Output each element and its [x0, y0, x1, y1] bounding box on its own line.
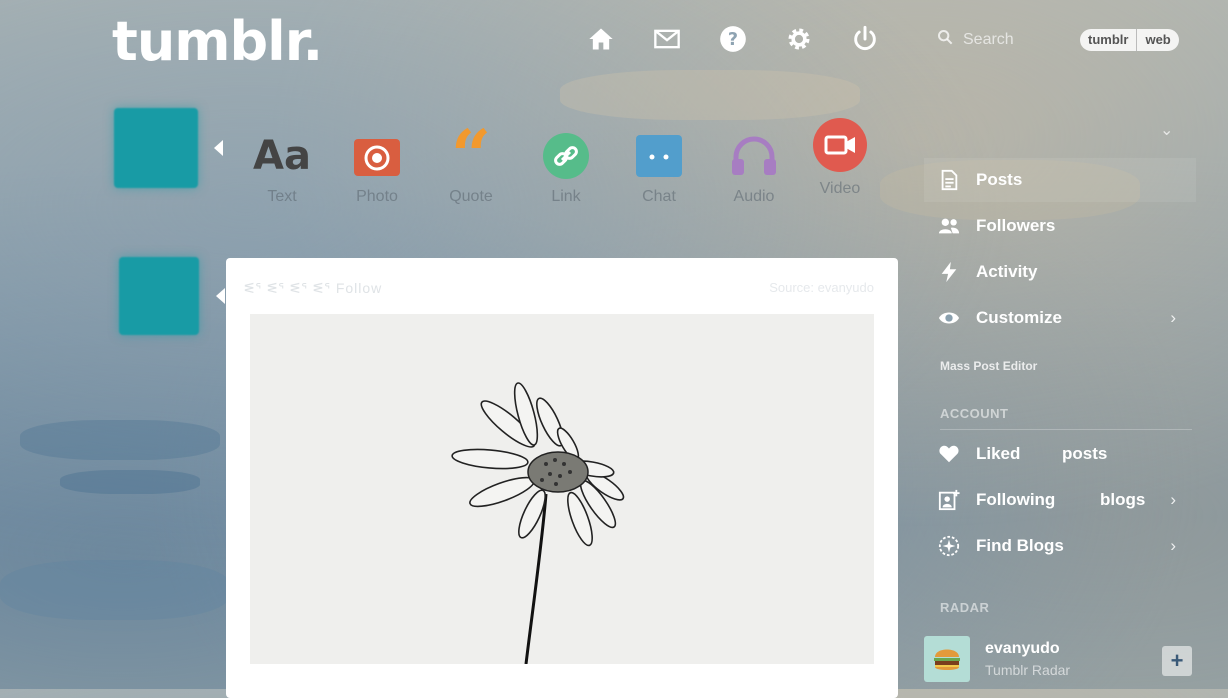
help-icon[interactable]: ? [718, 24, 748, 54]
link-icon [542, 132, 590, 180]
sidebar-item-posts[interactable]: Posts [924, 158, 1196, 202]
sidebar-item-following[interactable]: Following blogs › [924, 478, 1196, 522]
radar-subtitle: Tumblr Radar [985, 662, 1071, 678]
chevron-right-icon: › [1170, 490, 1176, 509]
post-type-link[interactable]: Link [526, 132, 606, 206]
sidebar-item-label: Posts [976, 170, 1023, 189]
account-heading: ACCOUNT [940, 406, 1009, 421]
post-author-avatar[interactable] [119, 257, 199, 335]
eye-icon [936, 307, 962, 329]
sidebar-item-label: Activity [976, 262, 1038, 281]
home-icon[interactable] [586, 24, 616, 54]
background-texture [20, 420, 220, 460]
post-type-photo[interactable]: Photo [337, 132, 417, 206]
sidebar-item-liked[interactable]: Liked posts [924, 432, 1196, 476]
sidebar-item-label: Find Blogs [976, 536, 1064, 555]
gear-icon[interactable] [784, 24, 814, 54]
lightning-icon [936, 261, 962, 283]
sidebar-item-activity[interactable]: Activity [924, 250, 1196, 294]
daisy-drawing-image [451, 382, 625, 665]
post-type-audio[interactable]: Audio [714, 132, 794, 206]
camera-icon [353, 132, 401, 180]
burger-icon [934, 649, 960, 670]
background-texture [0, 560, 230, 620]
chevron-right-icon: › [1170, 308, 1176, 327]
search-icon [937, 29, 953, 50]
blog-switcher-chevron-icon[interactable]: ⌄ [1160, 120, 1173, 140]
text-icon: Aa [253, 133, 311, 179]
power-icon[interactable] [850, 24, 880, 54]
toggle-web[interactable]: web [1136, 29, 1178, 51]
mass-post-editor-link[interactable]: Mass Post Editor [940, 359, 1037, 373]
sidebar-item-followers[interactable]: Followers [924, 204, 1196, 248]
chat-icon [635, 132, 683, 180]
mail-icon[interactable] [652, 24, 682, 54]
chevron-right-icon: › [1170, 536, 1176, 555]
radar-heading: RADAR [940, 600, 990, 615]
post-source[interactable]: Source: evanyudo [769, 280, 874, 295]
radar-avatar[interactable] [924, 636, 970, 682]
toggle-tumblr[interactable]: tumblr [1080, 29, 1136, 51]
svg-text:?: ? [728, 30, 738, 50]
post-card[interactable]: ᓬᕐ ᓬᕐ ᓬᕐ ᓬᕐ Follow Source: evanyudo [226, 258, 898, 698]
tumblr-logo[interactable]: tumblr. [112, 10, 323, 73]
search-box[interactable] [937, 29, 1075, 50]
search-scope-toggle[interactable]: tumblr web [1080, 29, 1179, 51]
background-texture [60, 470, 200, 494]
following-count-label: blogs [1100, 490, 1146, 509]
sidebar-item-customize[interactable]: Customize › [924, 296, 1196, 340]
post-type-quote[interactable]: “ Quote [431, 114, 511, 206]
following-icon [936, 489, 962, 511]
headphones-icon [730, 132, 778, 180]
quote-icon: “ [450, 114, 492, 197]
divider [940, 429, 1192, 430]
sidebar-item-label: Customize [976, 308, 1062, 327]
post-photo[interactable] [250, 314, 874, 665]
heart-icon [936, 443, 962, 465]
user-avatar[interactable] [114, 108, 198, 188]
sidebar-item-label: Liked [976, 444, 1021, 463]
compass-icon [936, 535, 962, 557]
search-input[interactable] [961, 29, 1075, 50]
radar-blog-name[interactable]: evanyudo [985, 640, 1060, 658]
post-blog-name[interactable]: ᓬᕐ ᓬᕐ ᓬᕐ ᓬᕐ Follow [244, 280, 382, 297]
document-icon [936, 169, 962, 191]
sidebar-item-label: Followers [976, 216, 1056, 235]
post-type-chat[interactable]: Chat [619, 132, 699, 206]
avatar-pointer [214, 140, 223, 156]
post-type-video[interactable]: Video [800, 116, 880, 198]
video-icon [811, 116, 869, 174]
sidebar-item-find-blogs[interactable]: Find Blogs › [924, 524, 1196, 568]
background-texture [560, 70, 860, 120]
sidebar-item-label: Following [976, 490, 1056, 509]
post-pointer [216, 288, 225, 304]
radar-follow-button[interactable]: + [1162, 646, 1192, 676]
followers-icon [936, 215, 962, 237]
liked-count-label: posts [1062, 444, 1108, 463]
post-type-text[interactable]: Aa Text [242, 132, 322, 206]
